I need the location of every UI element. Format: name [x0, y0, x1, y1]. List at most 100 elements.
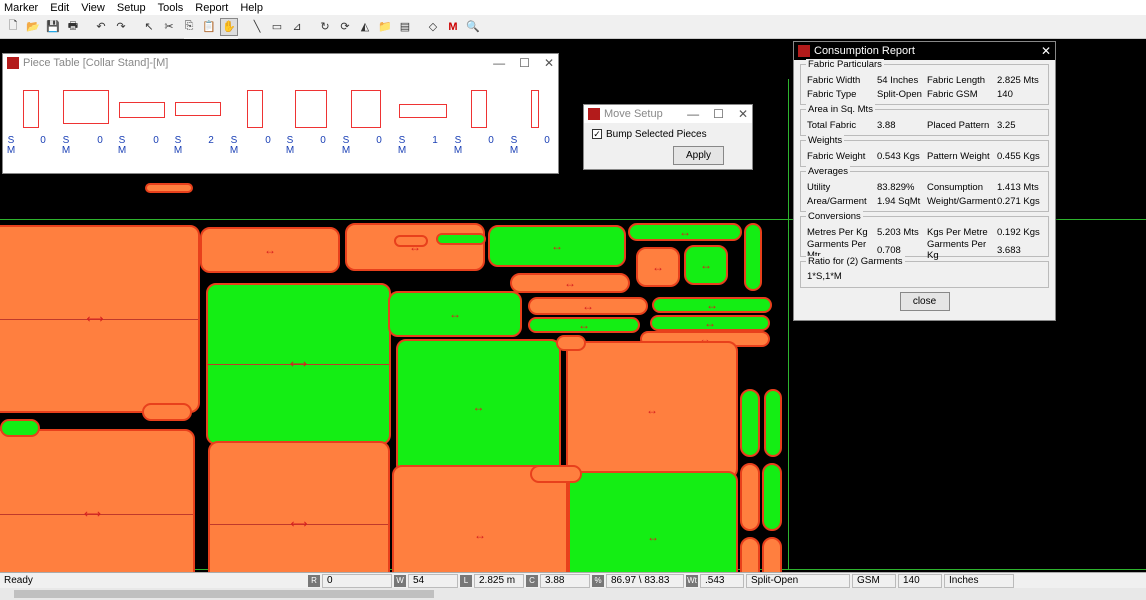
pattern-piece[interactable]: ⟷ — [0, 429, 195, 572]
piece-thumbnail[interactable] — [295, 90, 327, 128]
pattern-piece[interactable]: ⟷ — [208, 441, 390, 572]
close-icon[interactable]: ✕ — [738, 107, 748, 121]
report-icon[interactable]: ▤ — [396, 18, 414, 36]
piece-thumbnail[interactable] — [471, 90, 487, 128]
folder-icon[interactable]: 📁 — [376, 18, 394, 36]
pattern-piece[interactable]: ↔ — [528, 297, 648, 315]
piece-thumbnail[interactable] — [531, 90, 539, 128]
new-icon[interactable]: 🗋 — [4, 18, 22, 36]
pattern-piece[interactable]: ↔ — [388, 291, 522, 337]
copy-icon[interactable]: ⎘ — [180, 18, 198, 36]
pattern-piece[interactable]: ↔ — [396, 339, 561, 475]
piece-thumbnail[interactable] — [63, 90, 109, 124]
pattern-piece[interactable]: ↔ — [650, 315, 770, 331]
pattern-piece[interactable] — [740, 537, 760, 572]
pattern-piece[interactable] — [762, 537, 782, 572]
pattern-piece[interactable] — [740, 389, 760, 457]
pattern-piece[interactable] — [394, 235, 428, 247]
close-icon[interactable]: ✕ — [1041, 44, 1051, 58]
close-button[interactable]: close — [899, 292, 950, 311]
pattern-piece[interactable]: ↔ — [628, 223, 742, 241]
pattern-piece[interactable] — [762, 463, 782, 531]
hand-icon[interactable]: ✋ — [220, 17, 238, 36]
piece-thumbnail[interactable] — [399, 104, 447, 118]
toolbar: 🗋 📂 💾 🖶 ↶ ↷ ↖ ✂ ⎘ 📋 ✋ ╲ ▭ ⊿ ↻ ⟳ ◭ 📁 ▤ ◇ … — [0, 15, 1146, 39]
menu-marker[interactable]: Marker — [4, 2, 38, 14]
pattern-piece[interactable] — [740, 463, 760, 531]
piece-table-area[interactable]: SM 0 SM 0 SM 0 SM 2 SM 0 SM 0 SM 0 SM 1 … — [3, 72, 558, 173]
status-bar: Ready R 0 W 54 L 2.825 m C 3.88 % 86.97 … — [0, 572, 1146, 588]
pattern-piece[interactable] — [744, 223, 762, 291]
piece-table-titlebar[interactable]: Piece Table [Collar Stand]-[M] — ☐ ✕ — [3, 54, 558, 72]
minimize-icon[interactable]: — — [687, 107, 699, 121]
pattern-piece[interactable] — [530, 465, 582, 483]
pattern-piece[interactable]: ↔ — [652, 297, 772, 313]
pattern-piece[interactable]: ⟷ — [0, 225, 200, 413]
menu-report[interactable]: Report — [195, 2, 228, 14]
print-icon[interactable]: 🖶 — [64, 18, 82, 36]
pattern-piece[interactable]: ↔ — [528, 317, 640, 333]
status-c-value: 3.88 — [540, 573, 590, 588]
maximize-icon[interactable]: ☐ — [713, 107, 724, 121]
pattern-piece[interactable] — [556, 335, 586, 351]
menu-help[interactable]: Help — [240, 2, 263, 14]
pattern-piece[interactable]: ↔ — [568, 471, 738, 572]
group-title: Averages — [806, 166, 850, 177]
cut-icon[interactable]: ✂ — [160, 18, 178, 36]
piece-thumbnail[interactable] — [23, 90, 39, 128]
menu-edit[interactable]: Edit — [50, 2, 69, 14]
menu-view[interactable]: View — [81, 2, 105, 14]
flip-icon[interactable]: ◭ — [356, 18, 374, 36]
marker-icon[interactable]: ▭ — [268, 18, 286, 36]
consumption-report-titlebar[interactable]: Consumption Report ✕ — [794, 42, 1055, 60]
piece-table-window[interactable]: Piece Table [Collar Stand]-[M] — ☐ ✕ SM 0 … — [2, 53, 559, 174]
scrollbar-thumb[interactable] — [14, 590, 434, 598]
menu-tools[interactable]: Tools — [158, 2, 184, 14]
pattern-piece[interactable] — [764, 389, 782, 457]
pattern-piece[interactable]: ⟷ — [206, 283, 391, 445]
field-label: Consumption — [927, 181, 983, 193]
piece-count: 0 — [153, 135, 159, 146]
piece-thumbnail[interactable] — [247, 90, 263, 128]
line-icon[interactable]: ╲ — [248, 18, 266, 36]
consumption-report-window[interactable]: Consumption Report ✕ Fabric Particulars … — [793, 41, 1056, 321]
pattern-piece[interactable]: ↔ — [200, 227, 340, 273]
group-title: Area in Sq. Mts — [806, 104, 875, 115]
pattern-piece[interactable] — [142, 403, 192, 421]
apply-button[interactable]: Apply — [672, 146, 724, 165]
paste-icon[interactable]: 📋 — [200, 18, 218, 36]
refresh-icon[interactable]: ↻ — [316, 18, 334, 36]
rotate-icon[interactable]: ⟳ — [336, 18, 354, 36]
menu-setup[interactable]: Setup — [117, 2, 146, 14]
pattern-piece[interactable]: ↔ — [684, 245, 728, 285]
pattern-piece[interactable]: ↔ — [566, 341, 738, 479]
pointer-icon[interactable]: ↖ — [140, 18, 158, 36]
minimize-icon[interactable]: — — [493, 56, 505, 70]
pattern-piece[interactable]: ↔ — [488, 225, 626, 267]
measure-icon[interactable]: ⊿ — [288, 18, 306, 36]
maximize-icon[interactable]: ☐ — [519, 56, 530, 70]
close-icon[interactable]: ✕ — [544, 56, 554, 70]
save-icon[interactable]: 💾 — [44, 18, 62, 36]
pattern-piece[interactable] — [436, 233, 486, 245]
bump-selected-checkbox[interactable]: ✓ — [592, 129, 602, 140]
horizontal-scrollbar[interactable] — [0, 588, 1146, 600]
mirror-icon[interactable]: ◇ — [424, 18, 442, 36]
redo-icon[interactable]: ↷ — [112, 18, 130, 36]
pattern-piece[interactable]: ↔ — [345, 223, 485, 271]
move-setup-titlebar[interactable]: Move Setup — ☐ ✕ — [584, 105, 752, 123]
open-icon[interactable]: 📂 — [24, 18, 42, 36]
search-icon[interactable]: 🔍 — [464, 18, 482, 36]
m-icon[interactable]: M — [444, 18, 462, 36]
piece-thumbnail[interactable] — [119, 102, 165, 118]
field-value: 1.94 SqMt — [877, 195, 921, 207]
piece-thumbnail[interactable] — [351, 90, 381, 128]
piece-thumbnail[interactable] — [175, 102, 221, 116]
toolbar-separator — [416, 18, 422, 36]
undo-icon[interactable]: ↶ — [92, 18, 110, 36]
pattern-piece[interactable]: ↔ — [636, 247, 680, 287]
pattern-piece[interactable] — [145, 183, 193, 193]
pattern-piece[interactable]: ↔ — [510, 273, 630, 293]
move-setup-window[interactable]: Move Setup — ☐ ✕ ✓ Bump Selected Pieces App… — [583, 104, 753, 170]
pattern-piece[interactable] — [0, 419, 40, 437]
